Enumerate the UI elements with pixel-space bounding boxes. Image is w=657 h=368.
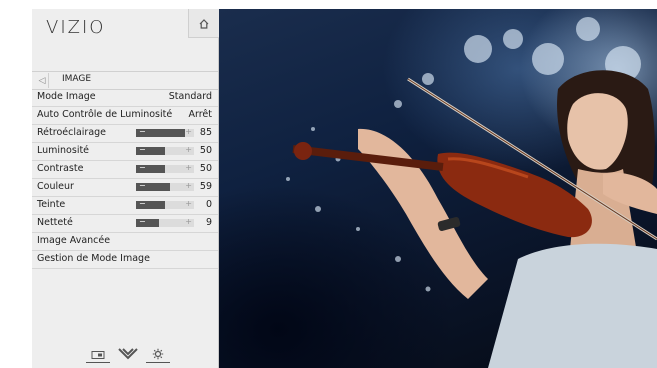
backlight-slider[interactable]: − + [136, 127, 194, 137]
menu-item-color[interactable]: Couleur − + 59 [32, 179, 218, 197]
menu-item-tint[interactable]: Teinte − + 0 [32, 197, 218, 215]
violinist-image [286, 17, 657, 368]
menu-item-contrast[interactable]: Contraste − + 50 [32, 161, 218, 179]
menu-item-sharpness[interactable]: Netteté − + 9 [32, 215, 218, 233]
brightness-slider[interactable]: − + [136, 145, 194, 155]
menu-title: IMAGE [62, 74, 92, 84]
chevron-left-icon: ◁ [38, 75, 46, 86]
home-button[interactable] [188, 9, 219, 38]
menu-item-brightness[interactable]: Luminosité − + 50 [32, 143, 218, 161]
tv-screen: VIZIO ◁ IMAGE Mode Image Standard Auto C… [0, 0, 657, 368]
settings-menu-panel: VIZIO ◁ IMAGE Mode Image Standard Auto C… [32, 9, 219, 368]
menu-item-backlight[interactable]: Rétroéclairage − + 85 [32, 125, 218, 143]
picture-size-icon [91, 345, 105, 364]
sharpness-value: 9 [205, 217, 212, 228]
gear-icon [152, 345, 164, 364]
sharpness-slider[interactable]: − + [136, 217, 194, 227]
menu-item-advanced-image[interactable]: Image Avancée [32, 233, 218, 251]
color-value: 59 [199, 181, 212, 192]
wide-mode-icon [118, 345, 138, 364]
background-photo [218, 9, 657, 368]
tint-value: 0 [205, 199, 212, 210]
contrast-value: 50 [199, 163, 212, 174]
brightness-value: 50 [199, 145, 212, 156]
vizio-logo: VIZIO [46, 17, 106, 38]
settings-button[interactable] [146, 345, 170, 364]
home-icon [199, 14, 209, 33]
tint-slider[interactable]: − + [136, 199, 194, 209]
bottom-toolbar [86, 346, 170, 364]
contrast-slider[interactable]: − + [136, 163, 194, 173]
backlight-value: 85 [199, 127, 212, 138]
menu-item-auto-brightness[interactable]: Auto Contrôle de Luminosité Arrêt [32, 107, 218, 125]
menu-item-mode-image[interactable]: Mode Image Standard [32, 89, 218, 107]
picture-size-button[interactable] [86, 345, 110, 364]
color-slider[interactable]: − + [136, 181, 194, 191]
back-button[interactable]: ◁ [36, 73, 49, 88]
menu-item-picture-mode-management[interactable]: Gestion de Mode Image [32, 251, 218, 269]
menu-header: ◁ IMAGE [32, 71, 218, 90]
wide-mode-button[interactable] [116, 346, 140, 362]
